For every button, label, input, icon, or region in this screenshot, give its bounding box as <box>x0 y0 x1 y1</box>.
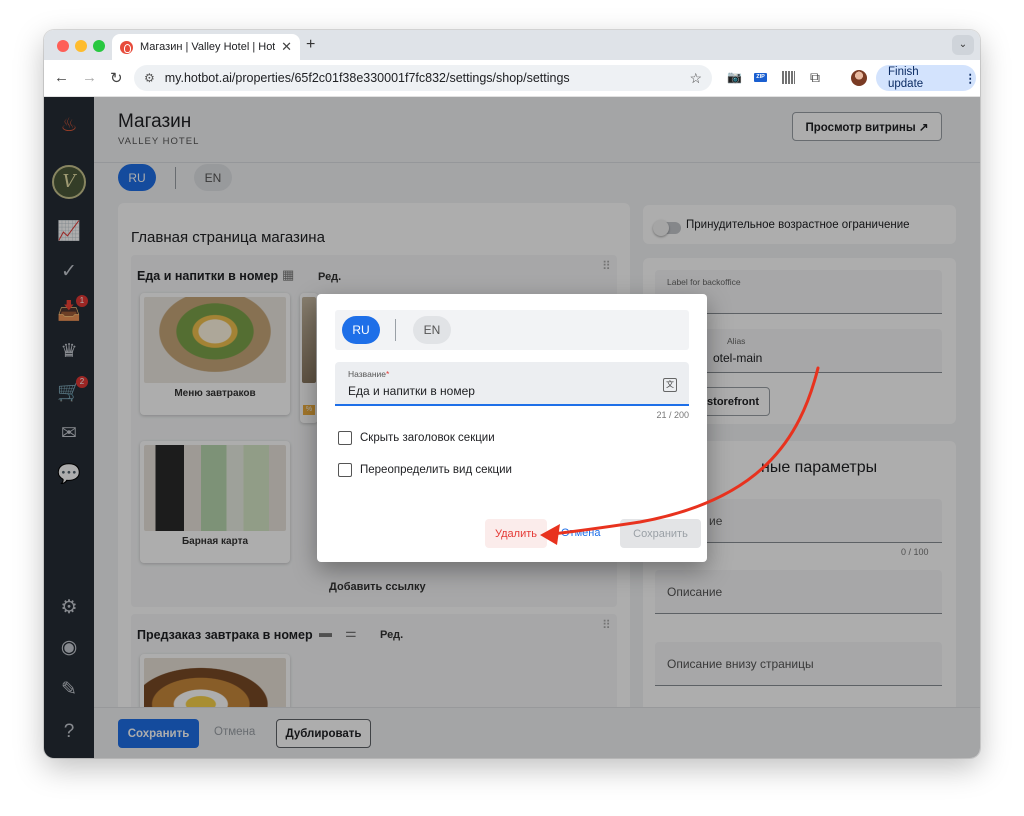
tab-title: Магазин | Valley Hotel | Hotbot <box>140 41 276 53</box>
dialog-lang-tab-en[interactable]: EN <box>413 316 451 344</box>
name-label-text: Название <box>348 369 386 379</box>
section-name-input[interactable]: Название* Еда и напитки в номер 文 <box>335 362 689 406</box>
address-bar[interactable]: ⚙ my.hotbot.ai/properties/65f2c01f38e330… <box>134 65 712 91</box>
finish-update-label: Finish update <box>888 66 924 90</box>
dialog-cancel-button[interactable]: Отмена <box>561 527 600 539</box>
hide-header-checkbox[interactable] <box>338 431 352 445</box>
hotbot-favicon-icon <box>120 40 133 54</box>
name-field-label: Название* <box>348 369 389 379</box>
new-tab-button[interactable]: + <box>306 36 315 54</box>
back-icon[interactable]: ← <box>54 69 69 86</box>
dialog-lang-tab-ru[interactable]: RU <box>342 316 380 344</box>
extensions-puzzle-icon[interactable]: ⧉ <box>810 69 820 86</box>
finish-update-button[interactable]: Finish update ⋮ <box>876 65 976 91</box>
delete-button[interactable]: Удалить <box>485 519 547 548</box>
page: ♨ V 📈 ✓ 📥 1 ♛ 🛒 2 ✉ 💬 ⚙ ◉ ✎ ? Магазин VA… <box>44 97 980 758</box>
kebab-menu-icon: ⋮ <box>964 73 977 85</box>
override-view-label: Переопределить вид секции <box>360 464 512 476</box>
tab-strip: Магазин | Valley Hotel | Hotbot ✕ + ⌄ <box>44 30 980 60</box>
browser-toolbar: ← → ↻ ⚙ my.hotbot.ai/properties/65f2c01f… <box>44 60 980 97</box>
close-window-button[interactable] <box>57 40 69 52</box>
browser-window: Магазин | Valley Hotel | Hotbot ✕ + ⌄ ← … <box>44 30 980 758</box>
zip-extension-icon[interactable]: ZIP <box>754 73 767 82</box>
edit-section-dialog: RU EN Название* Еда и напитки в номер 文 … <box>317 294 707 562</box>
camera-extension-icon[interactable]: 📷 <box>727 70 742 84</box>
override-view-option[interactable]: Переопределить вид секции <box>338 463 512 477</box>
qr-extension-icon[interactable] <box>782 71 795 84</box>
browser-tab[interactable]: Магазин | Valley Hotel | Hotbot ✕ <box>112 34 300 60</box>
tab-search-button[interactable]: ⌄ <box>952 35 974 55</box>
bookmark-star-icon[interactable]: ☆ <box>689 70 702 87</box>
dialog-lang-tabs: RU EN <box>335 310 689 350</box>
name-counter: 21 / 200 <box>656 410 689 420</box>
tab-close-icon[interactable]: ✕ <box>281 39 292 55</box>
forward-icon[interactable]: → <box>82 69 97 86</box>
url-text[interactable]: my.hotbot.ai/properties/65f2c01f38e33000… <box>165 71 690 85</box>
profile-avatar[interactable] <box>851 70 867 86</box>
hide-header-option[interactable]: Скрыть заголовок секции <box>338 431 495 445</box>
minimize-window-button[interactable] <box>75 40 87 52</box>
lang-divider <box>395 319 396 341</box>
name-field-value: Еда и напитки в номер <box>348 384 475 398</box>
dialog-save-button[interactable]: Сохранить <box>620 519 701 548</box>
required-mark: * <box>385 369 390 379</box>
maximize-window-button[interactable] <box>93 40 105 52</box>
translate-icon[interactable]: 文 <box>663 378 677 392</box>
override-view-checkbox[interactable] <box>338 463 352 477</box>
site-settings-icon[interactable]: ⚙ <box>144 71 155 85</box>
hide-header-label: Скрыть заголовок секции <box>360 432 495 444</box>
reload-icon[interactable]: ↻ <box>110 69 123 87</box>
